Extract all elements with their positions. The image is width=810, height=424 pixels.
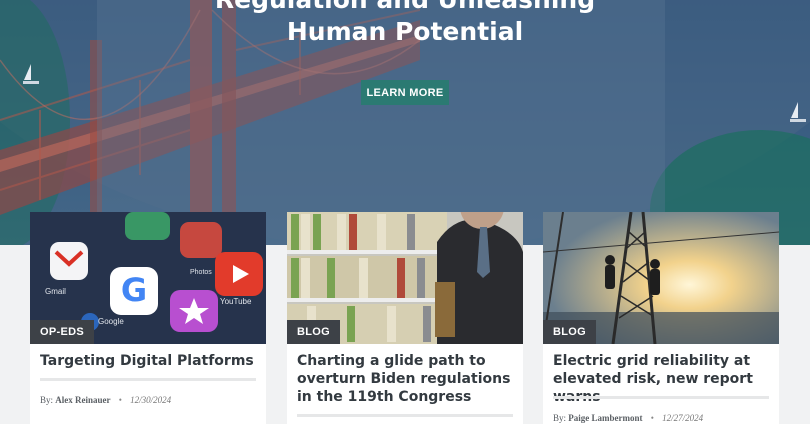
article-title[interactable]: Charting a glide path to overturn Biden … xyxy=(297,352,517,406)
bullet-separator: • xyxy=(118,395,122,405)
byline: By: Alex Reinauer • 12/30/2024 xyxy=(40,395,171,405)
publish-date: 12/30/2024 xyxy=(130,395,172,405)
byline-prefix: By: xyxy=(553,413,567,423)
article-card[interactable]: BLOG Electric grid reliability at elevat… xyxy=(543,212,779,424)
byline-prefix: By: xyxy=(40,395,54,405)
divider xyxy=(40,378,256,381)
divider xyxy=(553,396,769,399)
sailboat-icon xyxy=(23,64,39,84)
author-name[interactable]: Alex Reinauer xyxy=(55,395,110,405)
hero-title-line-2: Human Potential xyxy=(286,17,524,46)
gmail-icon xyxy=(50,242,88,280)
hero-banner: Regulation and Unleashing Human Potentia… xyxy=(0,0,810,245)
author-name[interactable]: Paige Lambermont xyxy=(568,413,642,423)
learn-more-button[interactable]: LEARN MORE xyxy=(361,80,449,105)
svg-text:Photos: Photos xyxy=(190,269,212,276)
svg-text:Gmail: Gmail xyxy=(45,287,66,296)
article-title[interactable]: Targeting Digital Platforms xyxy=(40,352,260,370)
svg-text:G: G xyxy=(121,271,147,309)
article-card[interactable]: G Gmail Google Photos YouTube OP-EDS Tar… xyxy=(30,212,266,424)
svg-text:Google: Google xyxy=(98,317,124,326)
article-card[interactable]: BLOG Charting a glide path to overturn B… xyxy=(287,212,523,424)
byline: By: Paige Lambermont • 12/27/2024 xyxy=(553,413,703,423)
sailboat-icon xyxy=(790,102,806,122)
publish-date: 12/27/2024 xyxy=(662,413,704,423)
svg-text:YouTube: YouTube xyxy=(220,297,252,306)
category-tag[interactable]: BLOG xyxy=(287,320,340,344)
bullet-separator: • xyxy=(650,413,654,423)
category-tag[interactable]: BLOG xyxy=(543,320,596,344)
divider xyxy=(297,414,513,417)
category-tag[interactable]: OP-EDS xyxy=(30,320,94,344)
hero-title-line-1: Regulation and Unleashing xyxy=(0,0,810,16)
